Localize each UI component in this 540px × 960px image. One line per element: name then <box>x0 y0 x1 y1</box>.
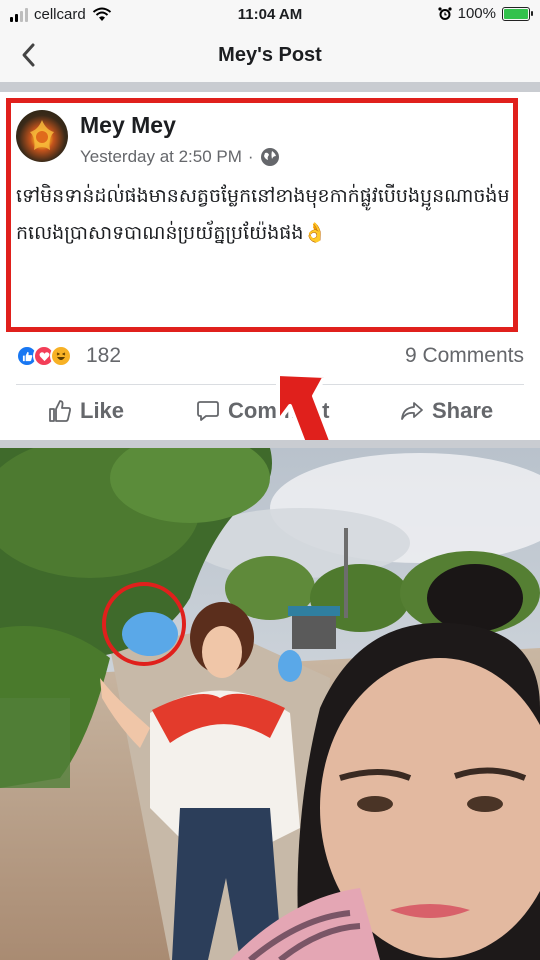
nav-header: Mey's Post <box>0 30 540 82</box>
post-meta: Yesterday at 2:50 PM · <box>80 147 280 167</box>
battery-percent: 100% <box>457 5 496 22</box>
reaction-count[interactable]: 182 <box>86 344 121 368</box>
post-photo[interactable] <box>0 448 540 960</box>
alarm-icon <box>438 6 452 20</box>
share-label: Share <box>432 398 494 423</box>
comment-icon <box>197 401 219 421</box>
like-button[interactable]: Like <box>48 398 124 424</box>
post-timestamp[interactable]: Yesterday at 2:50 PM <box>80 147 242 167</box>
share-icon <box>401 402 423 420</box>
post-text: ទៅមិនទាន់ដល់ផងមានសត្វចម្លែកនៅខាងមុខកាក់ផ… <box>16 185 510 244</box>
author-name[interactable]: Mey Mey <box>80 112 176 139</box>
meta-separator: · <box>247 147 254 166</box>
haha-reaction-icon <box>50 345 72 367</box>
globe-icon <box>260 148 279 166</box>
section-divider <box>0 440 540 448</box>
status-right: 100% <box>438 5 533 22</box>
reaction-icons[interactable] <box>16 345 72 367</box>
avatar[interactable] <box>16 110 68 162</box>
section-divider <box>0 82 540 92</box>
like-label: Like <box>80 398 125 423</box>
page-title: Mey's Post <box>218 44 322 66</box>
battery-icon <box>502 6 533 21</box>
status-bar: cellcard 11:04 AM 100% <box>0 0 540 30</box>
comments-count-link[interactable]: 9 Comments <box>405 344 524 368</box>
share-button[interactable]: Share <box>400 398 493 424</box>
like-icon <box>49 400 71 422</box>
